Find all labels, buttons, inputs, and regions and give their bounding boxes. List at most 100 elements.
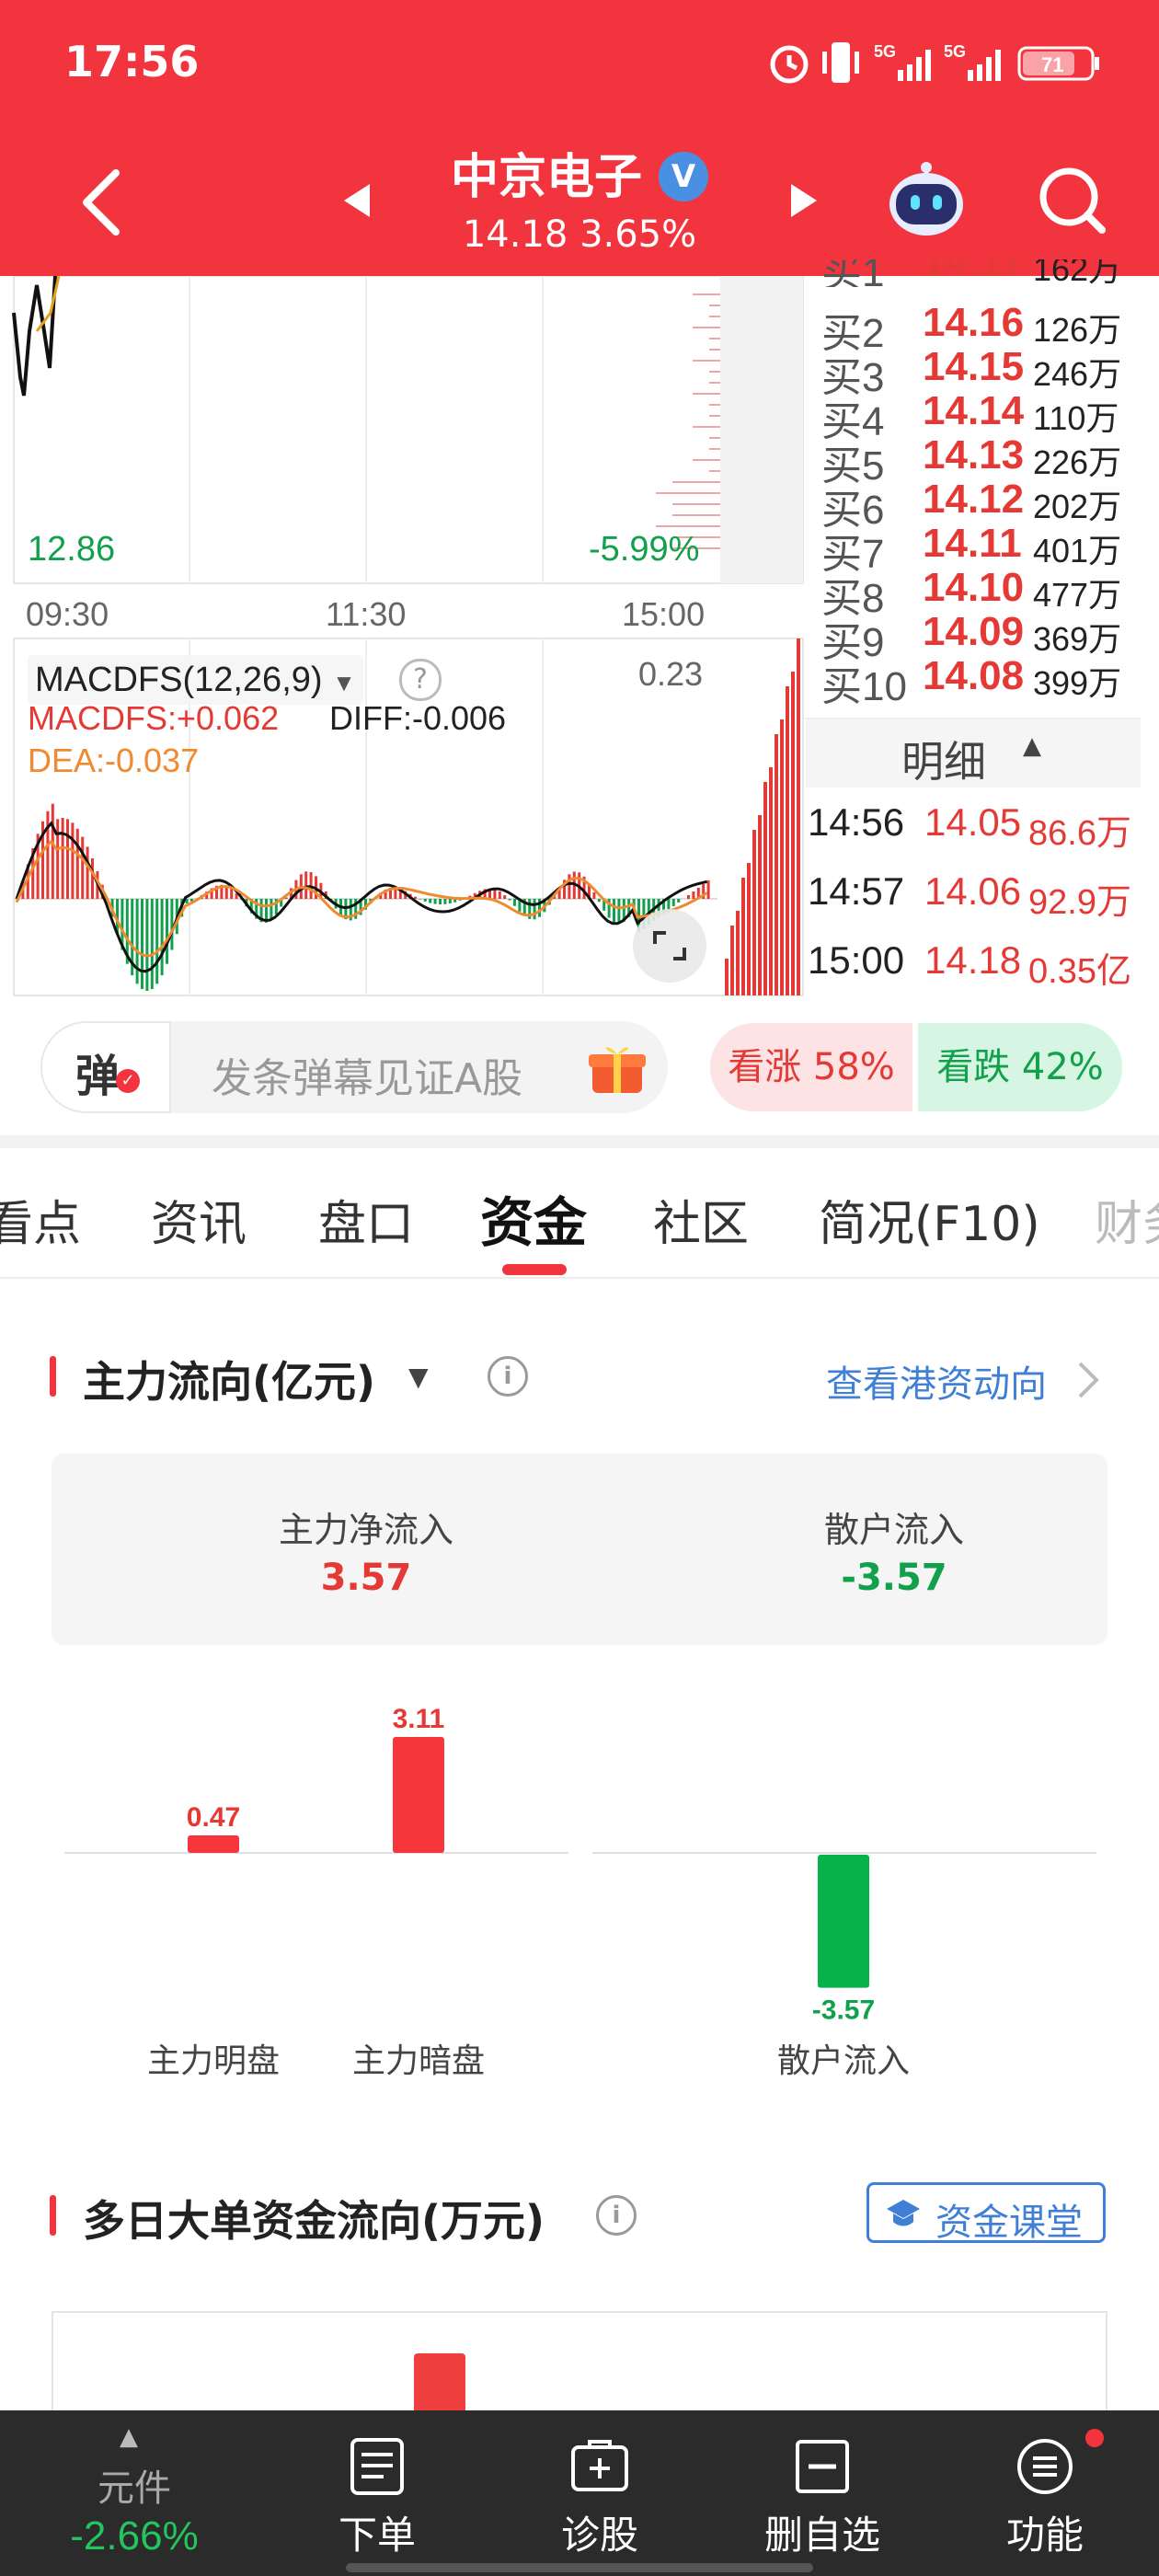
macd-bar [671, 899, 675, 906]
macd-indicator-selector[interactable]: MACDFS(12,26,9) ▼ [28, 655, 363, 705]
orderbook-price: 14.16 [923, 300, 1025, 345]
time-axis-mid: 11:30 [326, 595, 406, 633]
macd-bar [433, 899, 437, 904]
next-stock-button[interactable] [787, 180, 820, 221]
notification-dot [1085, 2429, 1104, 2447]
flow-bar [188, 1834, 239, 1853]
section-divider [0, 1135, 1159, 1148]
graduation-cap-icon [887, 2200, 920, 2226]
orderbook-price: 14.09 [923, 609, 1025, 654]
multiday-title: 多日大单资金流向(万元) [83, 2196, 545, 2246]
tab-community[interactable]: 社区 [653, 1185, 749, 1254]
multiday-chart [52, 2311, 1107, 2427]
macd-bar [568, 874, 571, 899]
gift-icon[interactable] [589, 1041, 646, 1097]
detail-header[interactable]: 明细 ▲ [806, 719, 1141, 788]
verified-icon: V [659, 152, 709, 201]
trade-volume: 92.9万 [1028, 883, 1131, 922]
time-axis-start: 09:30 [26, 595, 109, 633]
nav-functions[interactable]: 功能 [953, 2410, 1137, 2576]
trade-detail-row: 15:00 14.18 0.35亿 [808, 938, 1157, 1003]
macd-bar [423, 899, 427, 902]
flow-category-label: 主力暗盘 [352, 2042, 485, 2080]
alarm-icon [770, 45, 809, 84]
macd-bar [155, 899, 159, 984]
orderbook-volume: 399万 [1033, 664, 1122, 702]
menu-icon [1017, 2439, 1073, 2494]
trade-price: 14.05 [924, 800, 1022, 844]
section-marker-2 [50, 2195, 56, 2236]
help-icon[interactable]: ? [399, 659, 442, 701]
tab-news[interactable]: 资讯 [151, 1185, 247, 1254]
macd-bar [617, 899, 621, 924]
flow-bar-value: 3.11 [393, 1704, 445, 1734]
tab-finance[interactable]: 财务 [1095, 1185, 1159, 1254]
macd-bar [150, 899, 154, 990]
macd-right-bar [797, 638, 800, 995]
macd-bar [230, 888, 234, 899]
vote-down-button[interactable]: 看跌 42% [918, 1023, 1122, 1111]
index-ticker[interactable]: ▲ 元件 -2.66% [42, 2410, 226, 2576]
capital-class-button[interactable]: 资金课堂 [866, 2182, 1106, 2244]
index-change: -2.66% [70, 2513, 199, 2559]
info-icon[interactable]: i [488, 1356, 528, 1397]
danmaku-input[interactable]: 弹 ✓ 发条弹幕见证A股 [40, 1021, 668, 1113]
macd-right-bar [769, 767, 773, 995]
orderbook-price: 14.15 [923, 344, 1025, 389]
orderbook-row: 买5 14.13 226万 [821, 432, 1153, 489]
macd-bar [513, 899, 516, 906]
net-inflow-value: 3.57 [320, 1557, 412, 1599]
flow-bar [818, 1855, 869, 1988]
nav-remove-watchlist[interactable]: 删自选 [730, 2410, 914, 2576]
macd-bar [51, 803, 54, 899]
macd-right-bar [741, 878, 745, 995]
intraday-chart[interactable]: 09:30 11:30 15:00 [0, 276, 809, 1012]
macd-bar [71, 822, 75, 899]
orderbook-row-partial: 买1 14.17 162万 [821, 259, 1122, 287]
macd-bar [414, 896, 417, 899]
order-icon [350, 2438, 404, 2495]
macd-right-bar [747, 863, 751, 995]
flow-bar-value: -3.57 [812, 1995, 875, 2026]
tab-divider [0, 1277, 1159, 1279]
nav-order[interactable]: 下单 [285, 2410, 469, 2576]
tab-pankou[interactable]: 盘口 [318, 1185, 414, 1254]
flow-bar-chart: 0.47 主力明盘 3.11 主力暗盘 -3.57 散户流入 [64, 1704, 1096, 2080]
chart-area: 09:30 11:30 15:00 12.86 -5.99% MACDFS(12… [0, 259, 1159, 1012]
trade-time: 14:57 [808, 869, 905, 913]
chevron-right-icon[interactable] [1074, 1360, 1102, 1400]
macd-right-bar [730, 926, 734, 995]
tab-capital[interactable]: 资金 [480, 1179, 587, 1257]
main-flow-title[interactable]: 主力流向(亿元) [83, 1349, 375, 1409]
svg-text:5G: 5G [944, 42, 966, 61]
tab-f10[interactable]: 简况(F10) [819, 1185, 1040, 1254]
nav-diagnose[interactable]: 诊股 [508, 2410, 692, 2576]
pct-low-label: -5.99% [589, 530, 700, 569]
macd-bar [170, 899, 174, 950]
svg-text:5G: 5G [874, 42, 896, 61]
tab-kandian[interactable]: 看点 [0, 1185, 81, 1254]
macd-bar [677, 899, 681, 903]
diagnose-icon [571, 2440, 628, 2491]
robot-icon[interactable] [883, 156, 970, 243]
macd-bar [706, 880, 710, 899]
flow-category-label: 散户流入 [777, 2042, 910, 2080]
search-icon[interactable] [1034, 162, 1111, 239]
price-low-label: 12.86 [28, 530, 116, 569]
expand-button[interactable] [633, 909, 706, 983]
svg-text:71: 71 [1041, 53, 1063, 76]
danmaku-toggle[interactable]: 弹 ✓ [40, 1021, 171, 1113]
caret-down-icon[interactable]: ▼ [408, 1362, 429, 1392]
info-icon-2[interactable]: i [596, 2195, 637, 2236]
macd-bar [81, 836, 85, 899]
orderbook-price: 14.10 [923, 565, 1025, 610]
app-header: 17:56 5G 5G 71 中京电子 V 14.18 3.65% [0, 0, 1159, 276]
stock-title: 中京电子 V [0, 138, 1159, 207]
macd-right-bar [791, 672, 795, 995]
hk-capital-link[interactable]: 查看港资动向 [826, 1354, 1047, 1408]
vote-bar: 看涨 58% 看跌 42% [710, 1023, 1122, 1111]
orderbook-row: 买7 14.11 401万 [821, 521, 1153, 577]
vote-up-button[interactable]: 看涨 58% [710, 1023, 912, 1111]
macd-right-bars [725, 638, 800, 995]
macd-right-bar [786, 686, 789, 995]
